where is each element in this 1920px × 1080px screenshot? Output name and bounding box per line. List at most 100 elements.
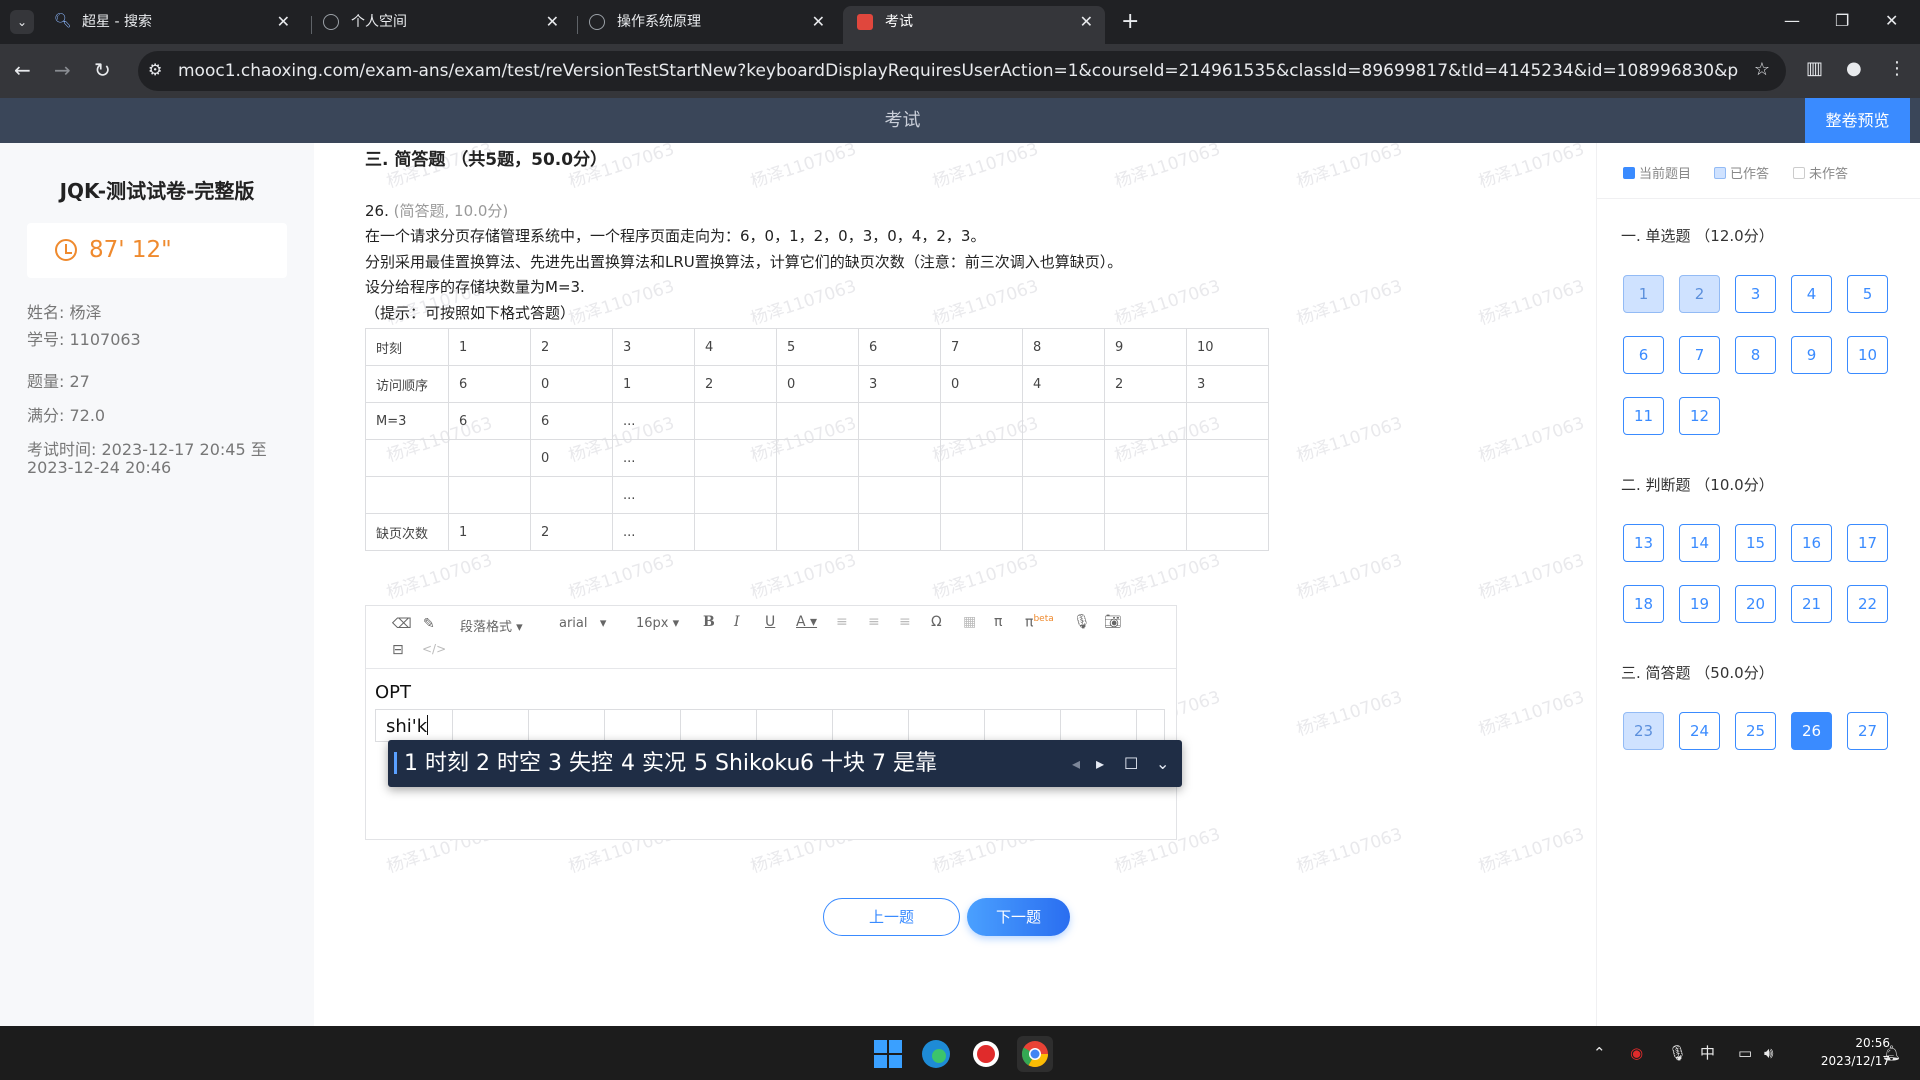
question-nav-button[interactable]: 11 (1623, 397, 1664, 435)
question-nav-button[interactable]: 24 (1679, 712, 1720, 750)
volume-icon[interactable]: 🔊︎ (1764, 1026, 1773, 1080)
close-tab-icon[interactable]: ✕ (277, 6, 290, 38)
question-nav-button[interactable]: 6 (1623, 336, 1664, 374)
align-right-icon[interactable]: ≡ (899, 614, 911, 630)
notification-bell-icon[interactable]: 🔔︎ (1882, 1026, 1901, 1080)
formula-icon[interactable]: π (994, 614, 1002, 630)
chrome-browser-icon[interactable] (1017, 1036, 1053, 1072)
question-nav-button[interactable]: 20 (1735, 585, 1776, 623)
prev-question-button[interactable]: 上一题 (823, 898, 960, 936)
question-nav-button[interactable]: 1 (1623, 275, 1664, 313)
special-char-icon[interactable]: Ω (931, 614, 942, 630)
close-window-icon[interactable]: ✕ (1885, 8, 1898, 34)
close-tab-icon[interactable]: ✕ (812, 6, 825, 38)
tab-search-menu-icon[interactable]: ⌄ (10, 10, 34, 34)
reload-icon[interactable]: ↻ (94, 56, 111, 84)
question-nav-button[interactable]: 5 (1847, 275, 1888, 313)
ime-expand-icon[interactable]: ⌄ (1156, 740, 1169, 787)
question-nav-button[interactable]: 22 (1847, 585, 1888, 623)
format-brush-icon[interactable]: ✎ (423, 616, 435, 632)
question-nav-button[interactable]: 25 (1735, 712, 1776, 750)
show-hidden-icons[interactable]: ⌃ (1593, 1026, 1606, 1080)
recording-tray-icon[interactable]: ◉ (1630, 1026, 1643, 1080)
close-tab-icon[interactable]: ✕ (546, 6, 559, 38)
bookmark-star-icon[interactable]: ☆ (1754, 59, 1770, 80)
ime-composition[interactable]: shi'k (386, 715, 429, 737)
system-clock[interactable]: 20:56 2023/12/17 (1821, 1034, 1890, 1070)
align-center-icon[interactable]: ≡ (868, 614, 880, 630)
tab-personal-space[interactable]: 个人空间 ✕ (309, 6, 571, 44)
ime-candidate[interactable]: 3 失控 (548, 740, 613, 787)
ime-indicator[interactable]: 中 (1700, 1026, 1715, 1080)
microphone-tray-icon[interactable]: 🎙︎ (1668, 1026, 1687, 1080)
answer-table-row[interactable]: shi'k (375, 709, 1165, 742)
question-nav-button[interactable]: 21 (1791, 585, 1832, 623)
camera-icon[interactable]: 📷︎ (1104, 614, 1122, 630)
forward-icon[interactable]: → (54, 56, 71, 84)
ime-candidate[interactable]: 6 十块 (800, 740, 865, 787)
question-nav-button[interactable]: 18 (1623, 585, 1664, 623)
question-nav-button[interactable]: 10 (1847, 336, 1888, 374)
network-icon[interactable]: ▭ (1738, 1026, 1752, 1080)
font-size-select[interactable]: 16px ▾ (636, 616, 679, 631)
restore-window-icon[interactable]: ❐ (1835, 8, 1849, 34)
question-nav-button[interactable]: 7 (1679, 336, 1720, 374)
question-nav-button[interactable]: 2 (1679, 275, 1720, 313)
windows-start-icon[interactable] (870, 1036, 906, 1072)
tab-os-principles[interactable]: 操作系统原理 ✕ (575, 6, 837, 44)
question-nav-button[interactable]: 23 (1623, 712, 1664, 750)
minimize-window-icon[interactable]: — (1784, 8, 1800, 34)
question-nav-button[interactable]: 16 (1791, 524, 1832, 562)
back-icon[interactable]: ← (14, 56, 31, 84)
question-nav-button[interactable]: 26 (1791, 712, 1832, 750)
formula-beta-icon[interactable]: πbeta (1025, 614, 1054, 631)
profile-icon[interactable]: ● (1846, 58, 1862, 79)
question-nav-button[interactable]: 13 (1623, 524, 1664, 562)
ime-emoji-icon[interactable]: ☐ (1124, 740, 1138, 787)
address-bar[interactable]: ⚙ mooc1.chaoxing.com/exam-ans/exam/test/… (138, 51, 1786, 91)
ime-next-page-icon[interactable]: ▸ (1096, 740, 1104, 787)
question-nav-button[interactable]: 3 (1735, 275, 1776, 313)
ime-candidate[interactable]: 4 实况 (621, 740, 686, 787)
microphone-icon[interactable]: 🎙︎ (1073, 614, 1091, 630)
ime-candidate[interactable]: 5 Shikoku (694, 740, 800, 787)
ime-candidate[interactable]: 2 时空 (476, 740, 541, 787)
question-nav-button[interactable]: 9 (1791, 336, 1832, 374)
url-text[interactable]: mooc1.chaoxing.com/exam-ans/exam/test/re… (178, 51, 1738, 91)
tab-chaoxing-search[interactable]: 🔍︎ 超星 - 搜索 ✕ (40, 6, 302, 44)
browser-menu-icon[interactable]: ⋮ (1888, 58, 1906, 79)
ime-candidate[interactable]: 7 是靠 (872, 740, 937, 787)
site-info-icon[interactable]: ⚙ (148, 60, 162, 79)
ime-candidate[interactable]: 1 时刻 (404, 740, 469, 787)
underline-icon[interactable]: U (765, 614, 775, 630)
question-nav-button[interactable]: 27 (1847, 712, 1888, 750)
side-panel-icon[interactable]: ▥ (1806, 58, 1823, 79)
italic-icon[interactable]: I (734, 614, 740, 630)
ime-prev-page-icon[interactable]: ◂ (1072, 740, 1080, 787)
screen-recorder-icon[interactable] (968, 1036, 1004, 1072)
next-question-button[interactable]: 下一题 (967, 898, 1070, 936)
table-icon[interactable]: ▦ (963, 614, 976, 630)
paragraph-format-select[interactable]: 段落格式 ▾ (460, 616, 523, 635)
question-nav-button[interactable]: 19 (1679, 585, 1720, 623)
font-family-select[interactable]: arial ▾ (559, 616, 606, 631)
source-code-icon[interactable]: </> (422, 642, 446, 656)
question-nav-button[interactable]: 4 (1791, 275, 1832, 313)
close-tab-icon[interactable]: ✕ (1080, 6, 1093, 38)
new-tab-button[interactable]: + (1121, 8, 1139, 36)
tab-exam[interactable]: 考试 ✕ (843, 6, 1105, 44)
table-cell (1022, 402, 1105, 440)
font-color-icon[interactable]: A ▾ (796, 614, 817, 630)
question-nav-button[interactable]: 12 (1679, 397, 1720, 435)
full-preview-button[interactable]: 整卷预览 (1805, 98, 1910, 143)
answer-editor[interactable]: ⌫ ✎ 段落格式 ▾ arial ▾ 16px ▾ B I U A ▾ ≡ ≡ … (365, 605, 1177, 840)
question-nav-button[interactable]: 14 (1679, 524, 1720, 562)
edge-browser-icon[interactable] (918, 1036, 954, 1072)
question-nav-button[interactable]: 8 (1735, 336, 1776, 374)
toolbox-icon[interactable]: ⊟ (392, 642, 404, 658)
question-nav-button[interactable]: 17 (1847, 524, 1888, 562)
eraser-icon[interactable]: ⌫ (392, 616, 412, 632)
bold-icon[interactable]: B (703, 614, 715, 630)
align-left-icon[interactable]: ≡ (836, 614, 848, 630)
question-nav-button[interactable]: 15 (1735, 524, 1776, 562)
